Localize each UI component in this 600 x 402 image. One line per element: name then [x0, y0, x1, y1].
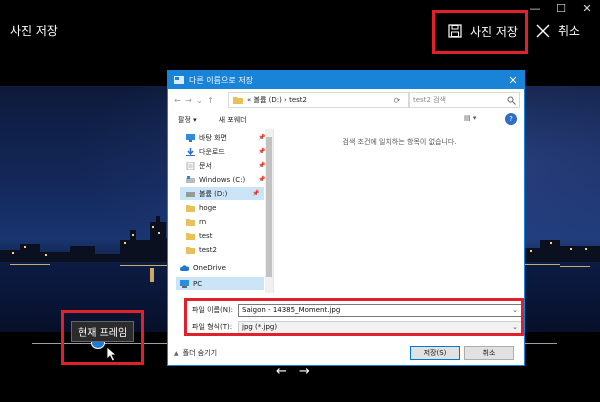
maximize-button[interactable]: ☐: [548, 0, 574, 16]
prev-frame-button[interactable]: ←: [276, 364, 287, 379]
desktop-icon: [186, 133, 195, 142]
filename-row: 파일 이름(N): Saigon - 14385_Moment.jpg ⌄: [192, 303, 522, 317]
folder-icon: [186, 218, 195, 226]
download-icon: [186, 147, 195, 156]
current-frame-tooltip: 현재 프레임: [71, 321, 135, 342]
nav-item-label: hoge: [199, 203, 217, 212]
nav-item-label: 문서: [199, 161, 212, 170]
next-frame-button[interactable]: →: [299, 364, 310, 379]
filetype-select[interactable]: jpg (*.jpg) ⌄: [238, 320, 522, 334]
pin-icon: 📌: [258, 162, 266, 169]
up-icon[interactable]: ↑: [205, 96, 216, 105]
cancel-label: 취소: [558, 24, 581, 38]
nav-item-rn[interactable]: rn: [186, 215, 212, 228]
close-icon: [536, 24, 550, 37]
filename-label: 파일 이름(N):: [192, 306, 234, 314]
page-title: 사진 저장: [10, 24, 58, 38]
refresh-icon[interactable]: ⟳: [390, 93, 404, 107]
new-folder-button[interactable]: 새 포웨더: [219, 115, 247, 125]
filetype-label: 파일 형식(T):: [192, 323, 233, 331]
folder-icon: [186, 232, 195, 240]
nav-item-label: rn: [199, 217, 207, 226]
search-icon: [507, 96, 516, 105]
dialog-title: 다른 이름으로 저장: [189, 75, 253, 85]
file-list: 검색 조건에 일치하는 항목이 없습니다.: [275, 129, 524, 293]
dialog-toolbar: 팔정 ▾ 새 포웨더 ▤ ▾ ?: [168, 111, 524, 128]
folder-icon: [186, 246, 195, 254]
save-icon: [448, 24, 462, 38]
cancel-button[interactable]: 취소: [536, 22, 580, 39]
nav-scrollbar[interactable]: [265, 129, 273, 293]
close-window-button[interactable]: ✕: [574, 0, 600, 16]
filename-value: Saigon - 14385_Moment.jpg: [242, 306, 341, 314]
nav-item-hoge[interactable]: hoge: [186, 201, 222, 214]
frame-navigation: ← →: [276, 364, 310, 379]
nav-item-windows-c[interactable]: Windows (C:) 📌: [186, 173, 265, 186]
drive-icon: [186, 175, 195, 183]
filetype-row: 파일 형식(T): jpg (*.jpg) ⌄: [192, 320, 522, 334]
nav-item-test[interactable]: test: [186, 229, 218, 242]
breadcrumb[interactable]: « 볼륨 (D:) › test2: [228, 92, 410, 108]
search-placeholder: test2 검색: [413, 96, 447, 104]
dialog-footer: ▲ 폴더 숨기기 저장(S) 취소: [168, 343, 524, 365]
hide-folders-button[interactable]: ▲ 폴더 숨기기: [174, 348, 217, 358]
pin-icon: 📌: [258, 134, 266, 141]
nav-item-label: OneDrive: [193, 263, 226, 272]
pc-icon: [180, 279, 189, 288]
minimize-button[interactable]: —: [522, 0, 548, 16]
folder-icon: [233, 97, 243, 104]
filename-input[interactable]: Saigon - 14385_Moment.jpg ⌄: [238, 303, 522, 317]
scrollbar-thumb[interactable]: [266, 137, 272, 277]
window-controls: — ☐ ✕: [522, 0, 600, 16]
dialog-cancel-button[interactable]: 취소: [464, 346, 514, 360]
photos-app-window: — ☐ ✕ 사진 저장 사진 저장 취소 현재 프레임 ← → 다른 이름으로 …: [0, 0, 600, 402]
pin-icon: 📌: [252, 190, 260, 197]
recent-dropdown-icon[interactable]: ⌄: [194, 96, 205, 105]
help-icon[interactable]: ?: [505, 113, 517, 125]
nav-item-label: 다운로드: [199, 147, 225, 156]
nav-item-label: Windows (C:): [199, 175, 246, 184]
organize-menu[interactable]: 팔정 ▾: [178, 115, 197, 125]
nav-item-label: test: [199, 231, 213, 240]
nav-item-volume-d[interactable]: 볼륨 (D:) 📌: [180, 187, 264, 200]
dialog-close-button[interactable]: ✕: [502, 71, 524, 89]
mouse-cursor-icon: [106, 346, 118, 362]
cloud-icon: [180, 264, 189, 271]
folder-icon: [186, 204, 195, 212]
nav-item-label: 볼륨 (D:): [199, 189, 228, 198]
search-input[interactable]: test2 검색: [408, 92, 520, 108]
save-button[interactable]: 저장(S): [410, 346, 460, 360]
nav-item-downloads[interactable]: 다운로드 📌: [186, 145, 265, 158]
breadcrumb-path: « 볼륨 (D:) › test2: [247, 96, 307, 104]
document-icon: [186, 161, 195, 170]
nav-item-label: 바탕 화면: [199, 133, 227, 142]
nav-item-test2[interactable]: test2: [186, 243, 223, 256]
dialog-title-bar: 다른 이름으로 저장: [168, 71, 524, 89]
chevron-down-icon: ⌄: [512, 322, 518, 331]
empty-message: 검색 조건에 일치하는 항목이 없습니다.: [342, 138, 457, 146]
nav-item-documents[interactable]: 문서 📌: [186, 159, 265, 172]
nav-item-label: PC: [193, 279, 203, 288]
back-icon[interactable]: ←: [172, 96, 183, 105]
file-fields: 파일 이름(N): Saigon - 14385_Moment.jpg ⌄ 파일…: [168, 295, 524, 339]
pin-icon: 📌: [258, 176, 266, 183]
save-photo-button[interactable]: 사진 저장: [440, 16, 524, 46]
navigation-pane: 바탕 화면 📌 다운로드 📌 문서 📌 Windows (C:) 📌 볼륨 (D: [168, 129, 274, 293]
filetype-value: jpg (*.jpg): [242, 323, 278, 331]
chevron-down-icon[interactable]: ⌄: [512, 306, 518, 314]
pin-icon: 📌: [258, 148, 266, 155]
drive-icon: [186, 191, 195, 197]
save-photo-label: 사진 저장: [470, 24, 518, 39]
nav-item-label: test2: [199, 245, 217, 254]
forward-icon[interactable]: →: [183, 96, 194, 105]
nav-item-desktop[interactable]: 바탕 화면 📌: [186, 131, 265, 144]
chevron-up-icon: ▲: [174, 349, 179, 357]
dialog-app-icon: [174, 76, 184, 84]
save-as-dialog: 다른 이름으로 저장 ✕ ← → ⌄ ↑ « 볼륨 (D:) › test2 ⟳…: [167, 70, 525, 366]
nav-item-pc[interactable]: PC: [176, 277, 264, 290]
hide-folders-label: 폴더 숨기기: [182, 349, 218, 357]
view-options-icon[interactable]: ▤ ▾: [464, 114, 488, 125]
nav-item-onedrive[interactable]: OneDrive: [180, 261, 232, 274]
